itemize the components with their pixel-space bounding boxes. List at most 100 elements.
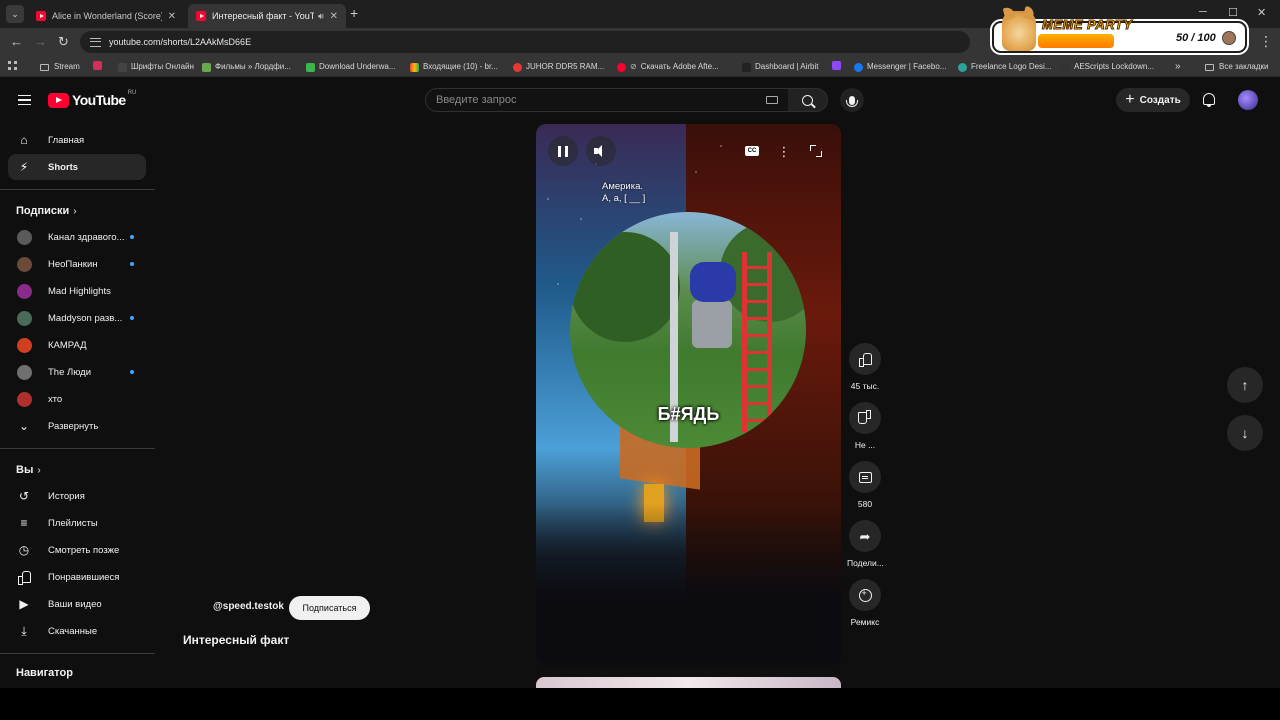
bookmark-aescripts[interactable]: AEScripts Lockdown... — [1061, 61, 1154, 73]
arrow-up-icon: ↑ — [1241, 377, 1249, 393]
next-short-preview[interactable] — [536, 677, 841, 688]
comments-action[interactable]: 580 — [847, 461, 883, 509]
subscription-item[interactable]: The Люди — [8, 359, 146, 385]
tab-alice[interactable]: Alice in Wonderland (Score) 20 ✕ — [28, 4, 184, 28]
sidebar-item-liked[interactable]: Понравившиеся — [8, 564, 146, 590]
share-button[interactable]: ➦ — [849, 520, 881, 552]
youtube-logo[interactable]: YouTube RU — [48, 90, 136, 108]
sidebar-item-home[interactable]: ⌂ Главная — [8, 127, 146, 153]
channel-avatar — [17, 283, 32, 299]
back-button[interactable]: ← — [10, 34, 23, 50]
gmail-icon — [410, 62, 419, 72]
meme-party-widget[interactable]: MEME PARTY 50 / 100 — [992, 11, 1247, 53]
dislike-action[interactable]: Не ... — [847, 402, 883, 450]
like-action[interactable]: 45 тыс. — [847, 343, 883, 391]
folder-icon — [1205, 63, 1214, 71]
sidebar-item-shorts[interactable]: ⚡︎ Shorts — [8, 154, 146, 180]
folder-icon — [40, 63, 49, 71]
comments-button[interactable] — [849, 461, 881, 493]
user-avatar[interactable] — [1238, 90, 1258, 110]
channel-handle[interactable]: @speed.testok — [213, 601, 284, 612]
share-icon: ➦ — [859, 528, 871, 544]
remix-button[interactable] — [849, 579, 881, 611]
thumbs-up-icon — [859, 353, 872, 367]
airbit-icon — [742, 62, 751, 72]
apps-icon[interactable] — [8, 61, 21, 70]
site-info-icon[interactable] — [90, 37, 101, 47]
search-button[interactable] — [788, 88, 828, 112]
sidebar-item-expand[interactable]: ⌄ Развернуть — [8, 413, 146, 439]
menu-icon[interactable] — [18, 95, 31, 105]
shorts-video-player[interactable]: Б#ЯДЬ Америка. А, а, [ __ ] CC ⋮ — [536, 124, 841, 665]
forward-button[interactable]: → — [34, 34, 47, 50]
bookmark-adobe[interactable]: ⊘ Скачать Adobe Afte... — [617, 61, 719, 73]
download-icon: ⤓ — [21, 623, 27, 638]
sidebar-item-your-videos[interactable]: ▶︎ Ваши видео — [8, 591, 146, 617]
create-button[interactable]: + Создать — [1116, 88, 1190, 112]
bookmark-stream[interactable]: Stream — [40, 61, 80, 73]
channel-avatar — [17, 337, 32, 353]
close-window-button[interactable]: ✕ — [1257, 6, 1266, 19]
like-count: 45 тыс. — [850, 381, 880, 391]
remix-icon — [858, 588, 872, 602]
next-short-button[interactable]: ↓ — [1227, 415, 1263, 451]
bookmark-twitch[interactable] — [832, 61, 845, 70]
subscription-item[interactable]: НеоПанкин — [8, 251, 146, 277]
sidebar-item-history[interactable]: ↺ История — [8, 483, 146, 509]
captions-button[interactable]: CC — [737, 136, 767, 166]
share-action[interactable]: ➦ Подели... — [847, 520, 884, 568]
short-title[interactable]: Интересный факт — [183, 633, 289, 647]
subscription-item[interactable]: Mad Highlights — [8, 278, 146, 304]
dislike-button[interactable] — [849, 402, 881, 434]
subscription-item[interactable]: КАМРАД — [8, 332, 146, 358]
bookmark-films[interactable]: Фильмы » Лордфи... — [202, 61, 291, 73]
sidebar-item-playlists[interactable]: ≡ Плейлисты — [8, 510, 146, 536]
bookmark-airbit[interactable]: Dashboard | Airbit — [742, 61, 818, 73]
search-input[interactable]: Введите запрос — [425, 88, 789, 112]
playlists-icon: ≡ — [20, 516, 28, 530]
you-header[interactable]: Вы › — [16, 464, 41, 476]
close-tab-icon[interactable]: ✕ — [168, 11, 176, 22]
remix-action[interactable]: Ремикс — [847, 579, 883, 627]
player-more-button[interactable]: ⋮ — [769, 136, 799, 166]
bookmark-freelance[interactable]: Freelance Logo Desi... — [958, 61, 1052, 73]
more-bookmarks-button[interactable]: » — [1175, 61, 1181, 73]
bookmark-fonts[interactable]: Шрифты Онлайн — [118, 61, 194, 73]
close-tab-icon[interactable]: ✕ — [330, 11, 338, 22]
speaker-icon[interactable]: 🔊︎ — [318, 11, 324, 22]
notifications-bell-icon[interactable] — [1203, 93, 1215, 107]
more-vert-icon: ⋮ — [777, 143, 791, 159]
keyboard-icon[interactable] — [766, 96, 778, 104]
like-button[interactable] — [849, 343, 881, 375]
doge-icon — [1002, 11, 1036, 51]
subscription-item[interactable]: хто — [8, 386, 146, 412]
bookmark-download[interactable]: Download Underwa... — [306, 61, 395, 73]
volume-button[interactable] — [586, 136, 616, 166]
browser-menu-icon[interactable]: ⋮ — [1259, 33, 1273, 49]
address-bar[interactable]: youtube.com/shorts/L2AAkMsD66E — [80, 31, 970, 53]
pause-button[interactable] — [548, 136, 578, 166]
bookmark-gmail[interactable]: Входящие (10) - br... — [410, 61, 498, 73]
reload-button[interactable]: ↻ — [58, 34, 69, 50]
subscription-item[interactable]: Канал здравого... — [8, 224, 146, 250]
tab-search-button[interactable]: ⌄ — [6, 5, 24, 23]
subscribe-button[interactable]: Подписаться — [289, 596, 370, 620]
bookmark-messenger[interactable]: Messenger | Facebo... — [854, 61, 946, 73]
fullscreen-button[interactable] — [801, 136, 831, 166]
comment-count: 580 — [857, 499, 873, 509]
sidebar-item-downloads[interactable]: ⤓ Скачанные — [8, 618, 146, 644]
bookmark-all[interactable]: Все закладки — [1205, 61, 1268, 73]
subscription-item[interactable]: Maddyson разв... — [8, 305, 146, 331]
sidebar-item-watch-later[interactable]: ◷ Смотреть позже — [8, 537, 146, 563]
voice-search-button[interactable] — [840, 88, 864, 112]
bookmark-ram[interactable]: JUHOR DDR5 RAM... — [513, 61, 604, 73]
channel-avatar — [17, 364, 32, 380]
chevron-right-icon: › — [73, 206, 77, 217]
subscriptions-header[interactable]: Подписки › — [16, 205, 77, 217]
previous-short-button[interactable]: ↑ — [1227, 367, 1263, 403]
bookmark-app[interactable] — [93, 61, 106, 70]
new-tab-button[interactable]: + — [350, 6, 358, 20]
tab-youtube-active[interactable]: Интересный факт - YouTub 🔊︎ ✕ — [188, 4, 346, 28]
maximize-button[interactable]: ☐ — [1228, 6, 1238, 19]
minimize-button[interactable]: ─ — [1199, 6, 1207, 18]
